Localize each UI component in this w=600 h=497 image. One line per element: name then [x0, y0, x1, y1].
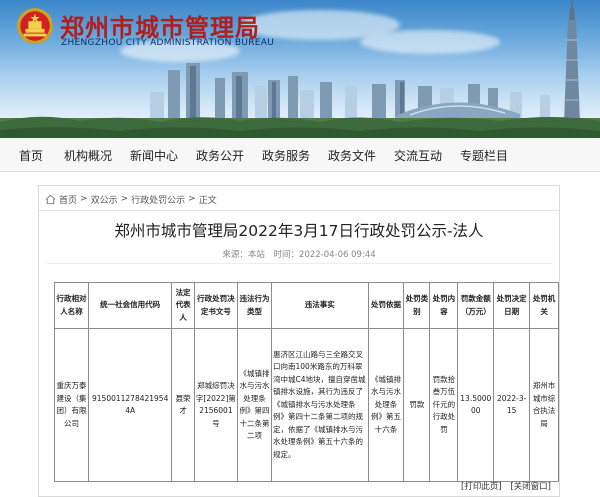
- header-banner: 郑州市城市管理局 ZHENGZHOU CITY ADMINISTRATION B…: [0, 0, 600, 138]
- nav-item-gov-affairs[interactable]: 政务公开: [196, 147, 244, 164]
- nav-item-organization[interactable]: 机构概况: [64, 147, 112, 164]
- article-panel: 首页 > 双公示 > 行政处罚公示 > 正文 郑州市城市管理局2022年3月17…: [38, 185, 560, 497]
- table-row: 重庆万泰建设（集团）有限公司 91500112784219544A 聂荣才 郑城…: [53, 328, 559, 482]
- nav-item-gov-files[interactable]: 政务文件: [328, 147, 376, 164]
- divider: [39, 210, 559, 211]
- table-header-cell: 违法行为类型: [236, 282, 273, 329]
- nav-item-interaction[interactable]: 交流互动: [394, 147, 442, 164]
- breadcrumb-home[interactable]: 首页: [59, 193, 77, 206]
- site-subtitle: ZHENGZHOU CITY ADMINISTRATION BUREAU: [61, 38, 275, 48]
- table-cell-decision-date: 2022-3-15: [493, 328, 531, 482]
- footer-links: [打印此页] [关闭窗口]: [455, 480, 551, 492]
- table-header-cell: 处罚依据: [367, 282, 405, 329]
- emblem-logo: [16, 7, 54, 45]
- breadcrumb-separator: >: [80, 194, 88, 204]
- table-header-cell: 行政处罚决定书文号: [193, 282, 238, 329]
- table-cell-violation-facts: 惠济区江山路与三全路交叉口向南100米路东的万科翠湾中城C4地块，擅自穿凿城镇排…: [271, 328, 369, 482]
- table-cell-decision-number: 郑城综罚决字[2022]第2156001号: [193, 328, 238, 482]
- table-header-cell: 处罚类别: [403, 282, 431, 329]
- table-cell-fine-amount: 13.500000: [457, 328, 495, 482]
- breadcrumb: 首页 > 双公示 > 行政处罚公示 > 正文: [45, 192, 220, 206]
- table-header-cell: 违法事实: [271, 282, 369, 329]
- breadcrumb-current: 正文: [198, 195, 217, 206]
- breadcrumb-separator: >: [188, 194, 196, 204]
- table-cell-violation-type: 《城镇排水与污水处理条例》第四十二条第二项: [236, 328, 273, 482]
- table-cell-credit-code: 91500112784219544A: [88, 328, 173, 482]
- breadcrumb-double-publicity[interactable]: 双公示: [91, 193, 118, 206]
- nav-item-news[interactable]: 新闻中心: [130, 147, 178, 164]
- breadcrumb-penalty-publicity[interactable]: 行政处罚公示: [131, 193, 185, 206]
- table-header-cell: 统一社会信用代码: [88, 282, 173, 329]
- nav-item-gov-services[interactable]: 政务服务: [262, 147, 310, 164]
- table-header-row: 行政相对人名称 统一社会信用代码 法定代表人 行政处罚决定书文号 违法行为类型 …: [53, 282, 559, 329]
- table-header-cell: 法定代表人: [171, 282, 195, 329]
- nav-item-topics[interactable]: 专题栏目: [460, 147, 508, 164]
- table-cell-legal-rep: 聂荣才: [171, 328, 195, 482]
- article-time: 时间：2022-04-06 09:44: [273, 250, 376, 260]
- article-meta: 来源：本站 时间：2022-04-06 09:44: [39, 248, 559, 260]
- table-header-cell: 行政相对人名称: [53, 282, 90, 329]
- nav-item-home[interactable]: 首页: [19, 147, 43, 164]
- table-header-cell: 罚款金额（万元）: [457, 282, 495, 329]
- table-header-cell: 处罚机关: [529, 282, 559, 329]
- table-header-cell: 处罚决定日期: [493, 282, 531, 329]
- article-title: 郑州市城市管理局2022年3月17日行政处罚公示-法人: [114, 222, 484, 240]
- table-cell-authority: 郑州市城市综合执法局: [529, 328, 559, 482]
- main-nav: 首页 机构概况 新闻中心 政务公开 政务服务 政务文件 交流互动 专题栏目: [0, 138, 600, 172]
- table-cell-penalty-basis: 《城镇排水与污水处理条例》第五十六条: [367, 328, 405, 482]
- table-cell-party-name: 重庆万泰建设（集团）有限公司: [53, 328, 90, 482]
- penalty-table: 行政相对人名称 统一社会信用代码 法定代表人 行政处罚决定书文号 违法行为类型 …: [53, 282, 559, 482]
- article-source: 来源：本站: [222, 250, 265, 260]
- home-icon: [45, 194, 56, 204]
- close-window-link[interactable]: [关闭窗口]: [510, 482, 551, 492]
- print-page-link[interactable]: [打印此页]: [461, 482, 502, 492]
- table-cell-penalty-category: 罚款: [403, 328, 431, 482]
- table-cell-penalty-content: 罚款拾叁万伍仟元的行政处罚: [429, 328, 459, 482]
- breadcrumb-separator: >: [120, 194, 129, 204]
- divider: [47, 263, 551, 264]
- table-header-cell: 处罚内容: [429, 282, 459, 329]
